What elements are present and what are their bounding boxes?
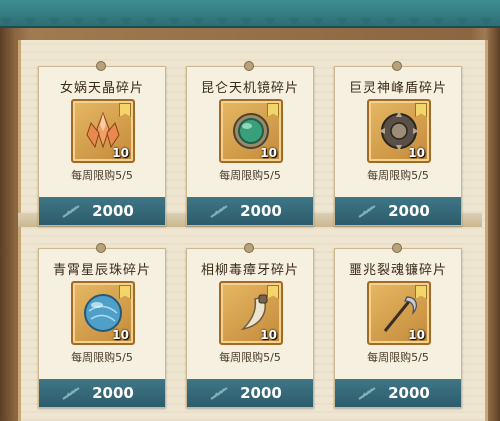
- bookmark-icon: [415, 285, 427, 299]
- item-price: 2000: [240, 202, 282, 220]
- shop-item-card[interactable]: 昆仑天机镜碎片 10 每周限购5/5 2000: [186, 61, 314, 226]
- purchase-limit: 每周限购5/5: [367, 169, 429, 182]
- item-quantity: 10: [112, 328, 129, 342]
- buy-button[interactable]: 2000: [39, 379, 165, 407]
- bookmark-icon: [119, 285, 131, 299]
- pin-icon: [244, 243, 254, 253]
- pin-icon: [392, 243, 402, 253]
- buy-button[interactable]: 2000: [39, 197, 165, 225]
- bookmark-icon: [415, 103, 427, 117]
- item-quantity: 10: [260, 146, 277, 160]
- item-price: 2000: [92, 384, 134, 402]
- bookmark-icon: [267, 285, 279, 299]
- item-quantity: 10: [408, 146, 425, 160]
- item-slot[interactable]: 10: [219, 99, 283, 163]
- item-quantity: 10: [408, 328, 425, 342]
- shop-item-card[interactable]: 巨灵神峰盾碎片 10 每周限购5/5 2000: [334, 61, 462, 226]
- item-price: 2000: [388, 384, 430, 402]
- purchase-limit: 每周限购5/5: [219, 169, 281, 182]
- buy-button[interactable]: 2000: [335, 379, 461, 407]
- purchase-limit: 每周限购5/5: [367, 351, 429, 364]
- item-name: 青霄星辰珠碎片: [52, 263, 151, 278]
- shop-item-card[interactable]: 女娲天晶碎片 10 每周限购5/5 2000: [38, 61, 166, 226]
- item-name: 女娲天晶碎片: [59, 81, 144, 96]
- item-name: 昆仑天机镜碎片: [200, 81, 299, 96]
- feather-currency-icon: [358, 387, 376, 400]
- purchase-limit: 每周限购5/5: [71, 351, 133, 364]
- item-quantity: 10: [260, 328, 277, 342]
- feather-currency-icon: [210, 387, 228, 400]
- awning-decoration: [0, 0, 500, 28]
- feather-currency-icon: [62, 205, 80, 218]
- item-slot[interactable]: 10: [71, 281, 135, 345]
- feather-currency-icon: [62, 387, 80, 400]
- item-slot[interactable]: 10: [367, 99, 431, 163]
- buy-button[interactable]: 2000: [187, 379, 313, 407]
- bookmark-icon: [267, 103, 279, 117]
- item-slot[interactable]: 10: [219, 281, 283, 345]
- item-name: 巨灵神峰盾碎片: [348, 81, 447, 96]
- item-price: 2000: [92, 202, 134, 220]
- feather-currency-icon: [358, 205, 376, 218]
- purchase-limit: 每周限购5/5: [219, 351, 281, 364]
- buy-button[interactable]: 2000: [187, 197, 313, 225]
- shop-item-card[interactable]: 青霄星辰珠碎片 10 每周限购5/5 2000: [38, 243, 166, 408]
- buy-button[interactable]: 2000: [335, 197, 461, 225]
- item-slot[interactable]: 10: [71, 99, 135, 163]
- purchase-limit: 每周限购5/5: [71, 169, 133, 182]
- pin-icon: [96, 243, 106, 253]
- bookmark-icon: [119, 103, 131, 117]
- item-name: 相柳毒瘴牙碎片: [200, 263, 299, 278]
- pin-icon: [244, 61, 254, 71]
- item-name: 噩兆裂魂镰碎片: [348, 263, 447, 278]
- shop-item-card[interactable]: 相柳毒瘴牙碎片 10 每周限购5/5 2000: [186, 243, 314, 408]
- item-quantity: 10: [112, 146, 129, 160]
- feather-currency-icon: [210, 205, 228, 218]
- pin-icon: [96, 61, 106, 71]
- item-price: 2000: [240, 384, 282, 402]
- item-slot[interactable]: 10: [367, 281, 431, 345]
- shop-item-card[interactable]: 噩兆裂魂镰碎片 10 每周限购5/5 2000: [334, 243, 462, 408]
- pin-icon: [392, 61, 402, 71]
- item-price: 2000: [388, 202, 430, 220]
